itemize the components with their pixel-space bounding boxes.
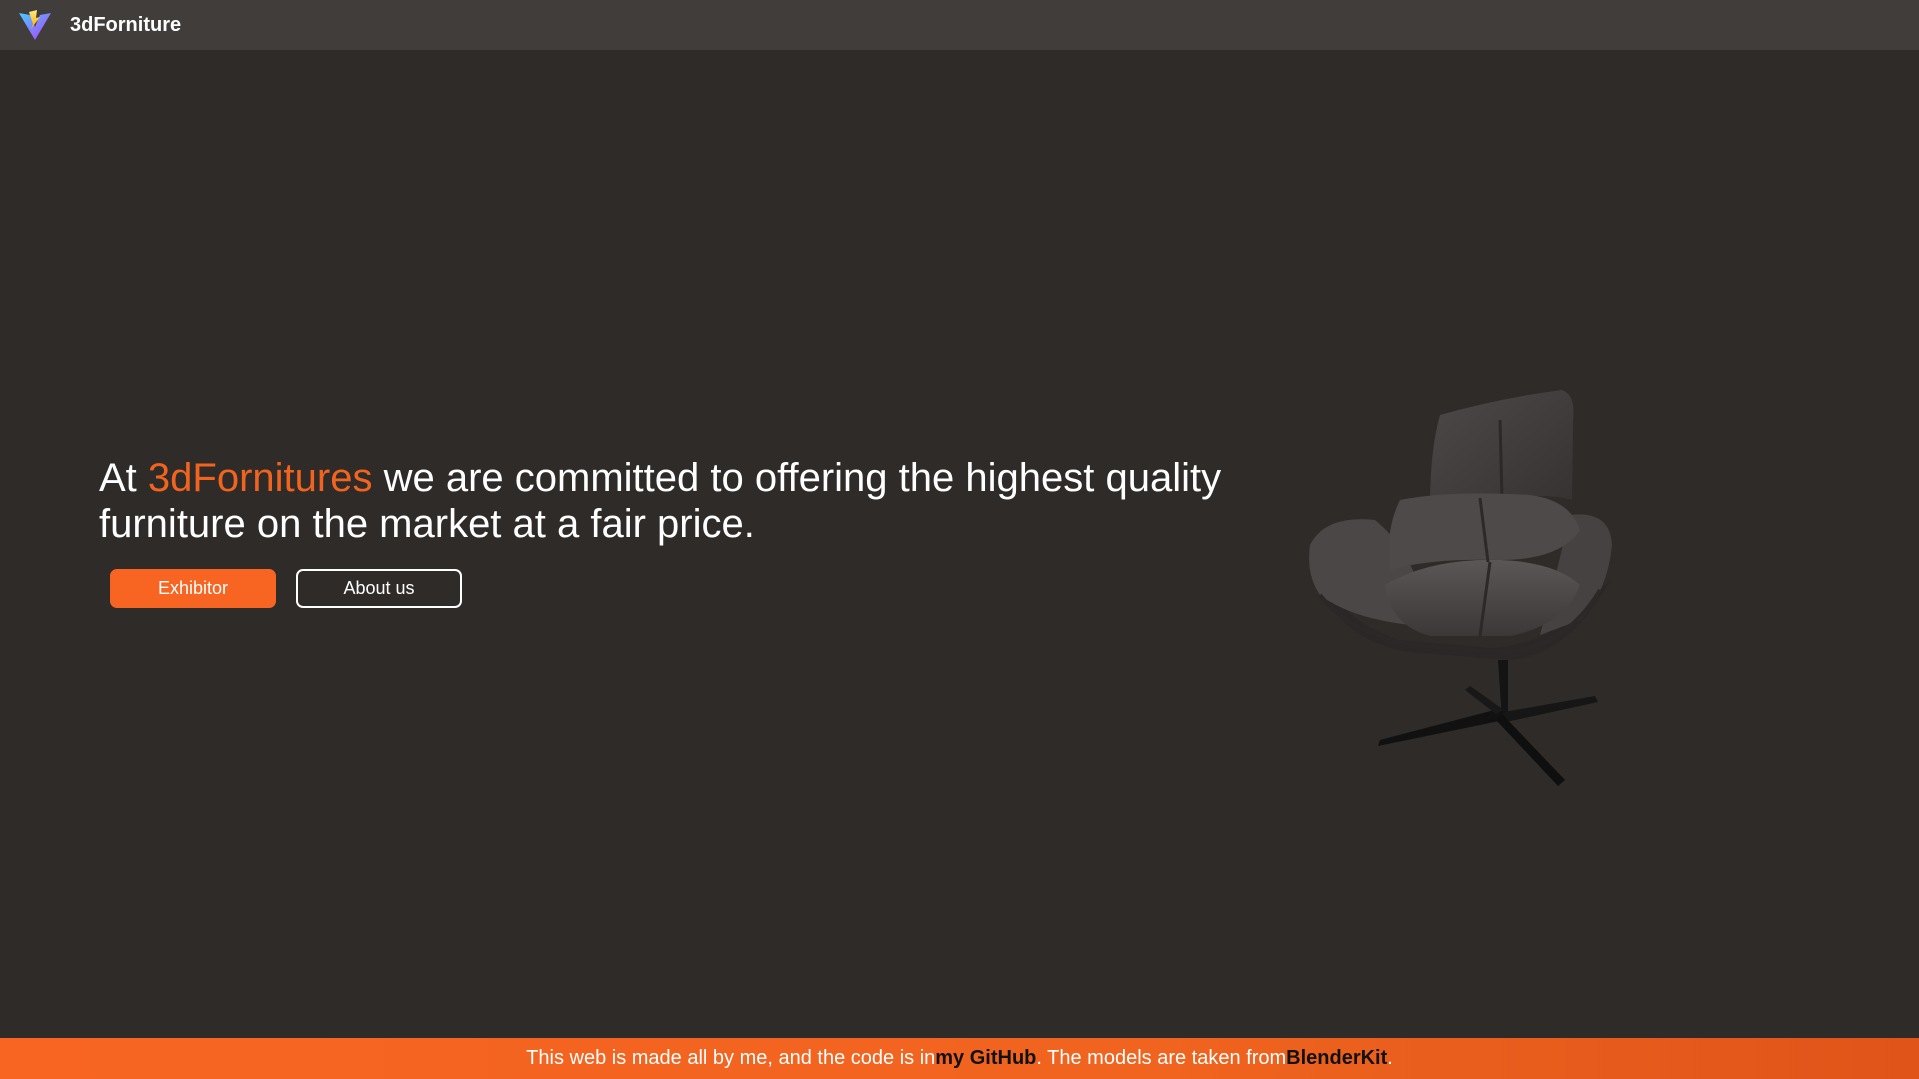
vite-logo-icon[interactable] — [18, 9, 52, 41]
headline-prefix: At — [99, 456, 148, 500]
footer-text-after: . — [1387, 1047, 1393, 1069]
top-navbar: 3dForniture — [0, 0, 1919, 50]
headline-line2: furniture on the market at a fair price. — [99, 502, 755, 546]
hero-headline: At 3dFornitures we are committed to offe… — [99, 455, 1259, 547]
github-link[interactable]: my GitHub — [935, 1047, 1036, 1070]
exhibitor-button[interactable]: Exhibitor — [110, 569, 276, 608]
footer-text-before: This web is made all by me, and the code… — [526, 1047, 936, 1069]
blenderkit-link[interactable]: BlenderKit — [1286, 1047, 1387, 1070]
about-us-button[interactable]: About us — [296, 569, 462, 608]
headline-line1-rest: we are committed to offering the highest… — [372, 456, 1222, 500]
headline-brand: 3dFornitures — [147, 456, 373, 500]
hero-buttons: Exhibitor About us — [110, 569, 462, 608]
footer-text-between: . The models are taken from — [1036, 1047, 1287, 1069]
hero-section: At 3dFornitures we are committed to offe… — [99, 455, 1259, 547]
footer-bar: This web is made all by me, and the code… — [0, 1038, 1919, 1079]
armchair-3d-model[interactable] — [1290, 390, 1675, 790]
brand-title[interactable]: 3dForniture — [70, 14, 181, 36]
